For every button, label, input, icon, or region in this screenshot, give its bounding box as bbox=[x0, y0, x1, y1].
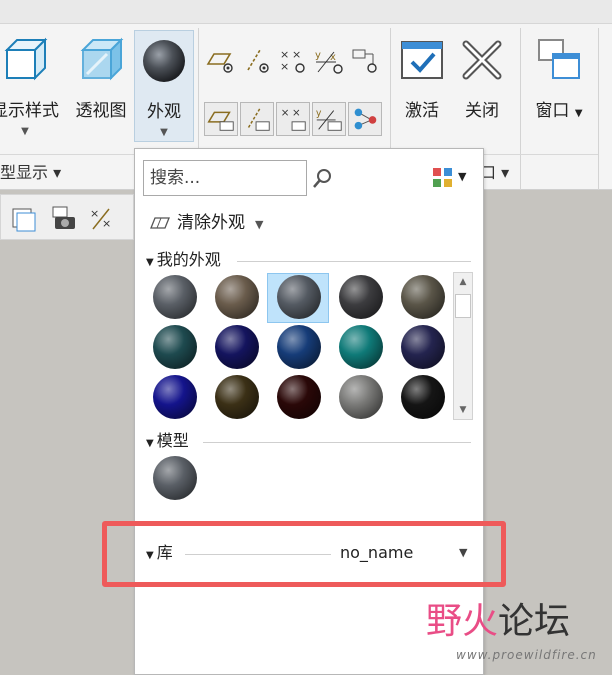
window-button[interactable]: 窗口 ▼ bbox=[526, 30, 592, 142]
appearance-swatch[interactable] bbox=[215, 275, 259, 319]
appearance-swatch[interactable] bbox=[277, 275, 321, 319]
svg-text:y: y bbox=[316, 108, 322, 119]
close-icon bbox=[462, 40, 502, 80]
model-display-group-label: 型显示 ▾ bbox=[0, 163, 62, 182]
saved-view-icon[interactable] bbox=[9, 203, 39, 233]
close-label: 关闭 bbox=[465, 101, 499, 121]
chevron-down-icon[interactable]: ▼ bbox=[255, 218, 263, 231]
my-appearances-header[interactable]: ▼ 我的外观 bbox=[146, 249, 221, 271]
transparent-view-button[interactable]: 透视图 bbox=[70, 30, 132, 142]
appearance-swatch[interactable] bbox=[153, 275, 197, 319]
chevron-down-icon: ▼ bbox=[160, 127, 168, 138]
line-state-icon[interactable] bbox=[240, 102, 274, 136]
appearance-swatch[interactable] bbox=[339, 275, 383, 319]
svg-text:×: × bbox=[292, 107, 301, 119]
search-icon[interactable] bbox=[311, 166, 335, 190]
appearance-swatch[interactable] bbox=[401, 325, 445, 369]
appearance-swatch[interactable] bbox=[153, 375, 197, 419]
appearance-button[interactable]: 外观 ▼ bbox=[134, 30, 194, 142]
appearance-label: 外观 bbox=[147, 102, 181, 122]
svg-text:×: × bbox=[280, 60, 289, 73]
appearance-swatch[interactable] bbox=[153, 325, 197, 369]
model-header[interactable]: ▼ 模型 bbox=[146, 430, 189, 452]
svg-text:y: y bbox=[315, 50, 321, 61]
window-group-label: 口 ▾ bbox=[480, 163, 510, 182]
section-divider bbox=[203, 442, 471, 443]
camera-icon[interactable] bbox=[49, 203, 79, 233]
my-appearances-label: 我的外观 bbox=[156, 250, 221, 269]
appearance-swatch[interactable] bbox=[339, 325, 383, 369]
datum-display-icon[interactable]: ×× bbox=[87, 203, 117, 233]
graphics-toolbar: × × bbox=[0, 194, 134, 240]
layer-view-icon[interactable] bbox=[204, 44, 238, 78]
ribbon-separator bbox=[598, 28, 599, 190]
appearance-swatch[interactable] bbox=[277, 375, 321, 419]
chevron-down-icon[interactable]: ▼ bbox=[458, 170, 466, 183]
svg-text:×: × bbox=[102, 217, 111, 230]
scroll-down-icon[interactable]: ▼ bbox=[454, 401, 472, 419]
nodes-icon[interactable] bbox=[348, 102, 382, 136]
windows-icon bbox=[538, 39, 580, 79]
close-button[interactable]: 关闭 bbox=[454, 30, 510, 142]
transparent-view-label: 透视图 bbox=[75, 101, 127, 121]
eraser-icon bbox=[150, 217, 170, 229]
annotation-highlight-box bbox=[102, 521, 506, 587]
svg-text:×: × bbox=[90, 207, 99, 220]
appearance-swatch[interactable] bbox=[277, 325, 321, 369]
collapse-triangle-icon: ▼ bbox=[146, 438, 154, 449]
hide-tree-icon[interactable] bbox=[348, 44, 382, 78]
model-label: 模型 bbox=[156, 431, 189, 450]
activate-window-icon bbox=[401, 41, 443, 79]
appearance-swatch[interactable] bbox=[401, 375, 445, 419]
sphere-icon bbox=[143, 40, 185, 82]
search-input[interactable]: 搜索... bbox=[143, 160, 307, 196]
appearance-swatch[interactable] bbox=[215, 325, 259, 369]
scroll-up-icon[interactable]: ▲ bbox=[454, 273, 472, 291]
csys-state-icon[interactable]: y bbox=[312, 102, 346, 136]
model-appearance-swatch[interactable] bbox=[153, 456, 197, 500]
hide-points-icon[interactable]: × ×× bbox=[276, 44, 310, 78]
clear-appearance-label: 清除外观 bbox=[177, 213, 245, 233]
scroll-thumb[interactable] bbox=[455, 294, 471, 318]
transparent-cube-icon bbox=[80, 37, 124, 81]
window-label: 窗口 ▼ bbox=[535, 101, 583, 121]
collapse-triangle-icon: ▼ bbox=[146, 257, 154, 268]
hide-csys-icon[interactable]: yx bbox=[312, 44, 346, 78]
points-state-icon[interactable]: × × bbox=[276, 102, 310, 136]
hide-line-icon[interactable] bbox=[240, 44, 274, 78]
window-group[interactable]: 口 ▾ bbox=[480, 154, 598, 190]
clear-appearance-button[interactable]: 清除外观 ▼ bbox=[149, 210, 263, 236]
svg-text:×: × bbox=[281, 107, 290, 119]
swatch-scrollbar[interactable]: ▲ ▼ bbox=[453, 272, 473, 420]
watermark-logo: 野火论坛 bbox=[426, 601, 571, 642]
svg-text:×: × bbox=[292, 48, 301, 61]
watermark-url: www.proewildfire.cn bbox=[456, 648, 597, 662]
ribbon-tab-strip bbox=[0, 0, 612, 24]
section-divider bbox=[237, 261, 471, 262]
display-style-label: 显示样式 bbox=[0, 101, 59, 121]
appearance-swatch[interactable] bbox=[401, 275, 445, 319]
activate-label: 激活 bbox=[405, 101, 439, 121]
cube-icon bbox=[4, 37, 48, 81]
gallery-layout-icon[interactable] bbox=[431, 166, 455, 190]
chevron-down-icon: ▼ bbox=[21, 126, 29, 137]
watermark: 野火论坛 www.proewildfire.cn bbox=[426, 592, 612, 672]
layer-state-icon[interactable] bbox=[204, 102, 238, 136]
appearance-swatch[interactable] bbox=[339, 375, 383, 419]
appearance-swatch[interactable] bbox=[215, 375, 259, 419]
display-style-button[interactable]: 显示样式 ▼ bbox=[0, 30, 64, 142]
activate-button[interactable]: 激活 bbox=[394, 30, 450, 142]
